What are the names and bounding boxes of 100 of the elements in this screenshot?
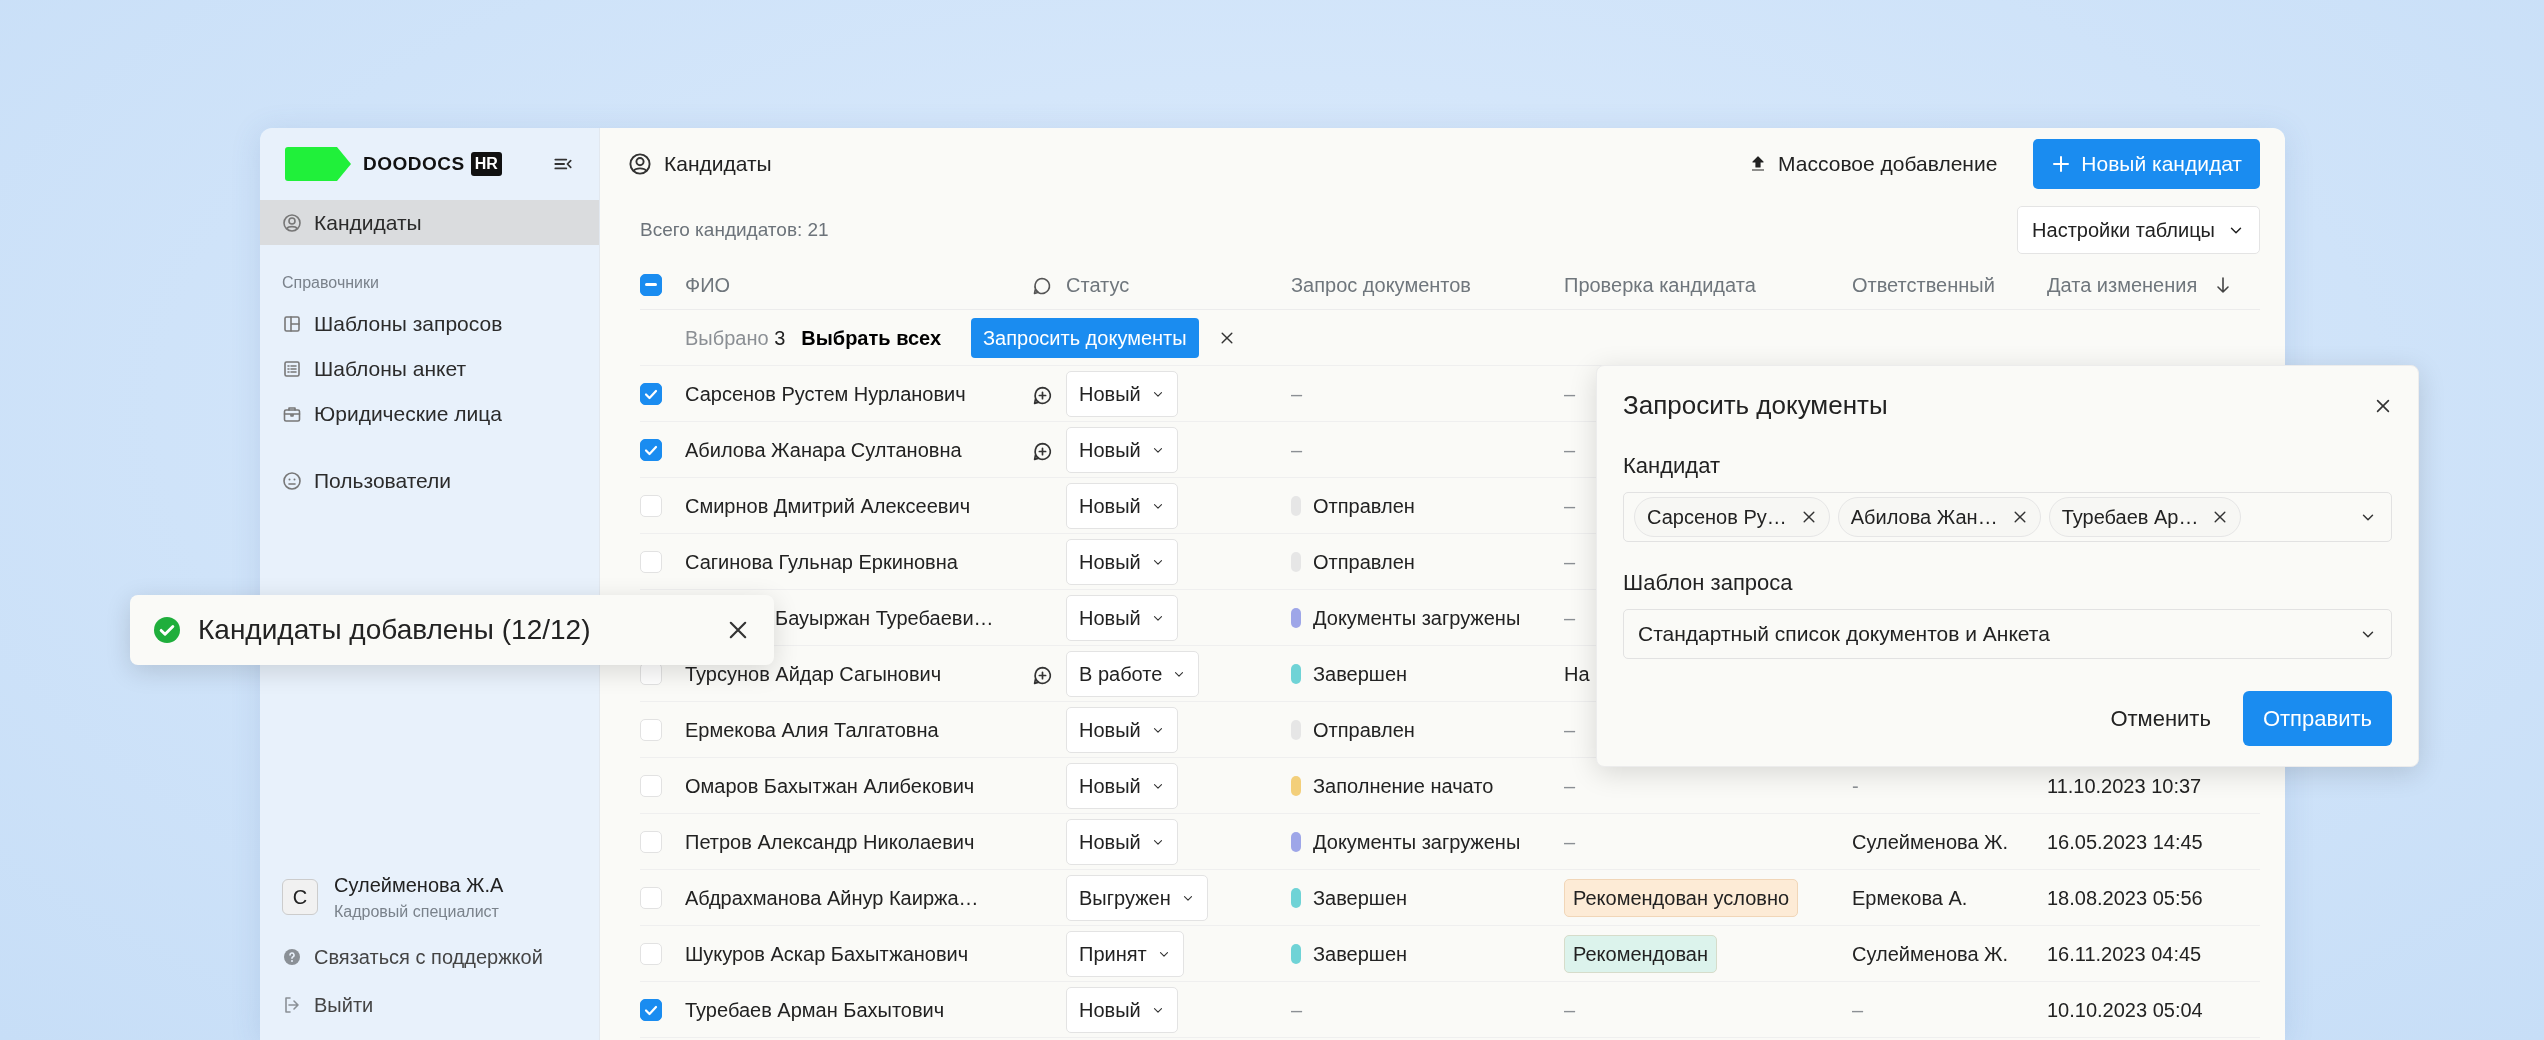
check-result: – [1564, 998, 1576, 1021]
sidebar-link[interactable]: Выйти [314, 990, 374, 1020]
bulk-add-button[interactable]: Массовое добавление [1740, 142, 2006, 186]
request-status: – [1291, 381, 1303, 407]
request-status: Отправлен [1313, 549, 1415, 575]
chip-label: Туребаев Ар… [2061, 505, 2199, 530]
status-dropdown[interactable]: Новый [1066, 762, 1178, 809]
status-dropdown[interactable]: Новый [1066, 482, 1178, 529]
minus-icon [645, 283, 657, 286]
total-count: Всего кандидатов: 21 [640, 217, 829, 242]
layout-icon [282, 313, 302, 334]
checkbox[interactable] [640, 438, 662, 461]
checkbox[interactable] [640, 998, 662, 1021]
comment-icon [1032, 276, 1052, 297]
request-status: Отправлен [1313, 493, 1415, 519]
logout-icon [282, 995, 302, 1015]
status-dropdown[interactable]: Новый [1066, 986, 1178, 1033]
status-dropdown[interactable]: Новый [1066, 706, 1178, 753]
request-status: Заполнение начато [1313, 773, 1494, 799]
column-header: Ответственный [1852, 272, 1995, 298]
candidate-name: Петров Александр Николаевич [685, 830, 975, 853]
status-dropdown[interactable]: Новый [1066, 426, 1178, 473]
status-dropdown[interactable]: Новый [1066, 818, 1178, 865]
candidate-name: Ермекова Алия Талгатовна [685, 718, 939, 741]
page-title: Кандидаты [664, 151, 772, 178]
status-dropdown[interactable]: Выгружен [1066, 874, 1208, 921]
modified-date: 18.08.2023 05:56 [2047, 886, 2203, 909]
responsible-name: Сулейменова Ж. [1852, 830, 2009, 853]
check-result: – [1564, 606, 1576, 629]
check-result: – [1564, 718, 1576, 741]
check-result: – [1564, 830, 1576, 853]
plus-icon [2051, 154, 2072, 174]
candidate-name: Шукуров Аскар Бахытжанович [685, 942, 969, 965]
candidate-name: Смирнов Дмитрий Алексеевич [685, 494, 971, 517]
request-status: – [1291, 997, 1303, 1023]
responsible-name: – [1852, 998, 1864, 1021]
candidate-name: Сагинова Гульнар Еркиновна [685, 550, 958, 573]
avatar: С [282, 879, 318, 915]
candidate-name: Абдрахманова Айнур Каиржа… [685, 886, 979, 909]
nav-item[interactable]: Шаблоны анкет [260, 346, 599, 391]
sidebar-link[interactable]: Связаться с поддержкой [314, 942, 543, 972]
column-header: ФИО [685, 272, 731, 298]
checkbox[interactable] [640, 273, 662, 296]
responsible-name: Сулейменова Ж. [1852, 942, 2009, 965]
candidate-name: Турсунов Айдар Сагынович [685, 662, 942, 685]
face-icon [282, 470, 302, 491]
dialog-title: Запросить документы [1623, 389, 1888, 422]
template-select-field[interactable]: Стандартный список документов и Анкета [1623, 609, 2392, 659]
request-status: Документы загружены [1313, 829, 1521, 855]
selected-count: Выбрано 3 [685, 325, 786, 351]
toast-message: Кандидаты добавлены (12/12) [198, 613, 592, 647]
status-dropdown[interactable]: Новый [1066, 370, 1178, 417]
chip-label: Абилова Жан… [1850, 505, 1998, 530]
status-dropdown[interactable]: Новый [1066, 594, 1178, 641]
user-role: Кадровый специалист [334, 902, 500, 922]
candidate-name: Омаров Бахытжан Алибекович [685, 774, 975, 797]
request-status: – [1291, 437, 1303, 463]
candidate-name: Туребаев Арман Бахытович [685, 998, 945, 1021]
responsible-name: - [1852, 774, 1859, 797]
checkbox[interactable] [640, 382, 662, 405]
logo-icon [285, 147, 351, 181]
request-status: Завершен [1313, 661, 1408, 687]
request-status: Завершен [1313, 941, 1408, 967]
status-dropdown[interactable]: Принят [1066, 930, 1184, 977]
status-dropdown[interactable]: Новый [1066, 538, 1178, 585]
status-dropdown[interactable]: В работе [1066, 650, 1200, 697]
modified-date: 16.11.2023 04:45 [2047, 942, 2202, 965]
column-header: Статус [1066, 272, 1130, 298]
nav-item[interactable]: Пользователи [260, 458, 599, 503]
check-result: – [1564, 494, 1576, 517]
check-result: – [1564, 550, 1576, 573]
candidate-select-field[interactable]: Сарсенов Ру… Абилова Жан… Туребаев Ар… [1623, 492, 2392, 542]
field-label: Кандидат [1623, 452, 1721, 480]
request-status: Отправлен [1313, 717, 1415, 743]
candidate-name: Бауыржан Туребаеви… [775, 606, 994, 629]
candidate-name: Абилова Жанара Султановна [685, 438, 962, 461]
field-label: Шаблон запроса [1623, 569, 1794, 597]
responsible-name: Ермекова А. [1852, 886, 1968, 909]
nav-item[interactable]: Шаблоны запросов [260, 301, 599, 346]
request-status: Документы загружены [1313, 605, 1521, 631]
success-icon [154, 617, 180, 643]
chip-label: Сарсенов Ру… [1647, 505, 1787, 530]
check-result: На [1564, 662, 1590, 685]
list-icon [282, 358, 302, 379]
modified-date: 10.10.2023 05:04 [2047, 998, 2203, 1021]
user-icon [628, 152, 652, 176]
nav-item[interactable]: Кандидаты [260, 200, 599, 245]
column-header: Дата изменения [2047, 272, 2198, 298]
select-all-link[interactable]: Выбрать всех [801, 322, 942, 353]
candidate-name: Сарсенов Рустем Нурланович [685, 382, 966, 405]
brand-badge: HR [470, 152, 502, 176]
modified-date: 11.10.2023 10:37 [2047, 774, 2202, 797]
section-heading: Справочники [281, 273, 380, 293]
help-icon [282, 947, 302, 967]
cancel-button[interactable]: Отменить [2096, 692, 2225, 745]
result-tag: Рекомендован условно [1564, 878, 1799, 917]
user-name: Сулейменова Ж.А [334, 873, 504, 898]
check-result: – [1564, 774, 1576, 797]
nav-item[interactable]: Юридические лица [260, 391, 599, 436]
table-settings-button[interactable]: Настройки таблицы [2017, 206, 2260, 254]
